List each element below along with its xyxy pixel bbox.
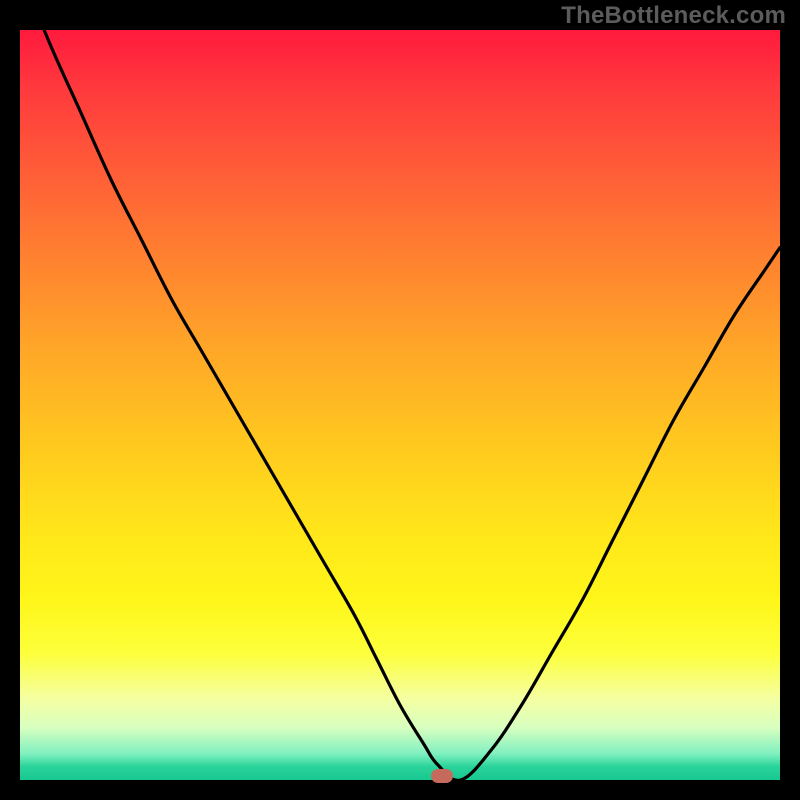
- chart-stage: TheBottleneck.com: [0, 0, 800, 800]
- watermark-text: TheBottleneck.com: [561, 2, 786, 30]
- bottleneck-curve: [20, 30, 780, 780]
- balance-marker: [431, 769, 453, 783]
- curve-layer: [20, 30, 780, 780]
- plot-area: [20, 30, 780, 780]
